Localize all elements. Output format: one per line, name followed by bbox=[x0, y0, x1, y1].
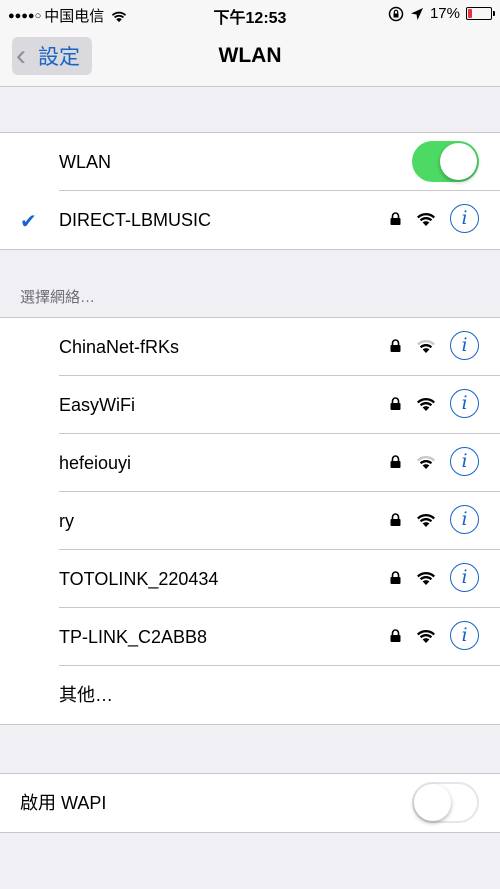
wifi-signal-strong-icon bbox=[417, 572, 435, 585]
network-name: hefeiouyi bbox=[59, 453, 132, 473]
wifi-signal-strong-icon bbox=[417, 213, 435, 226]
lock-icon bbox=[390, 397, 401, 410]
navigation-bar: ‹ 設定 WLAN bbox=[0, 28, 500, 87]
wapi-toggle-label: 啟用 WAPI bbox=[20, 793, 107, 813]
rotation-lock-icon bbox=[388, 6, 404, 21]
connected-network-name: DIRECT-LBMUSIC bbox=[59, 210, 212, 230]
network-name: TP-LINK_C2ABB8 bbox=[59, 627, 208, 647]
wapi-group: 啟用 WAPI bbox=[0, 773, 500, 833]
wlan-toggle-label: WLAN bbox=[59, 152, 112, 172]
lock-icon bbox=[390, 513, 401, 526]
wifi-signal-strong-icon bbox=[417, 514, 435, 527]
connected-network-row[interactable]: ✔ DIRECT-LBMUSIC i bbox=[0, 191, 500, 249]
toggle-knob bbox=[440, 143, 477, 180]
network-name: ChinaNet-fRKs bbox=[59, 337, 180, 357]
location-arrow-icon bbox=[410, 7, 423, 20]
info-icon[interactable]: i bbox=[450, 389, 479, 418]
lock-icon bbox=[390, 571, 401, 584]
wlan-toggle-switch[interactable] bbox=[412, 141, 479, 182]
network-name: EasyWiFi bbox=[59, 395, 135, 415]
wifi-signal-medium-icon bbox=[417, 340, 435, 353]
wifi-signal-medium-icon bbox=[417, 456, 435, 469]
network-row[interactable]: TOTOLINK_220434 i bbox=[0, 550, 500, 608]
lock-icon bbox=[390, 455, 401, 468]
network-row[interactable]: ry i bbox=[0, 492, 500, 550]
info-icon[interactable]: i bbox=[450, 505, 479, 534]
network-name: TOTOLINK_220434 bbox=[59, 569, 219, 589]
status-bar: ●●●●○ 中国电信 下午12:53 17% bbox=[0, 0, 500, 28]
other-network-row[interactable]: 其他… bbox=[0, 666, 500, 724]
wapi-toggle-row: 啟用 WAPI bbox=[0, 774, 500, 832]
network-name: ry bbox=[59, 511, 74, 531]
wlan-toggle-row: WLAN bbox=[0, 133, 500, 191]
battery-icon bbox=[466, 7, 495, 20]
wifi-signal-strong-icon bbox=[417, 630, 435, 643]
lock-icon bbox=[390, 629, 401, 642]
network-row[interactable]: EasyWiFi i bbox=[0, 376, 500, 434]
toggle-knob bbox=[414, 784, 451, 821]
lock-icon bbox=[390, 212, 401, 225]
section-header-choose-network: 選擇網絡… bbox=[20, 289, 96, 306]
network-row[interactable]: ChinaNet-fRKs i bbox=[0, 318, 500, 376]
wapi-toggle-switch[interactable] bbox=[412, 782, 479, 823]
network-row[interactable]: hefeiouyi i bbox=[0, 434, 500, 492]
info-icon[interactable]: i bbox=[450, 563, 479, 592]
info-icon[interactable]: i bbox=[450, 447, 479, 476]
info-icon[interactable]: i bbox=[450, 331, 479, 360]
networks-group: ChinaNet-fRKs i EasyWiFi i hefeiouyi i r… bbox=[0, 317, 500, 725]
other-network-label: 其他… bbox=[59, 685, 113, 705]
network-row[interactable]: TP-LINK_C2ABB8 i bbox=[0, 608, 500, 666]
checkmark-icon: ✔ bbox=[20, 211, 37, 233]
status-right: 17% bbox=[388, 5, 495, 22]
info-icon[interactable]: i bbox=[450, 621, 479, 650]
wifi-signal-strong-icon bbox=[417, 398, 435, 411]
battery-level-fill bbox=[468, 9, 472, 18]
lock-icon bbox=[390, 339, 401, 352]
info-icon[interactable]: i bbox=[450, 204, 479, 233]
battery-percent: 17% bbox=[429, 5, 460, 22]
wlan-group: WLAN ✔ DIRECT-LBMUSIC i bbox=[0, 132, 500, 250]
page-title: WLAN bbox=[218, 44, 282, 67]
